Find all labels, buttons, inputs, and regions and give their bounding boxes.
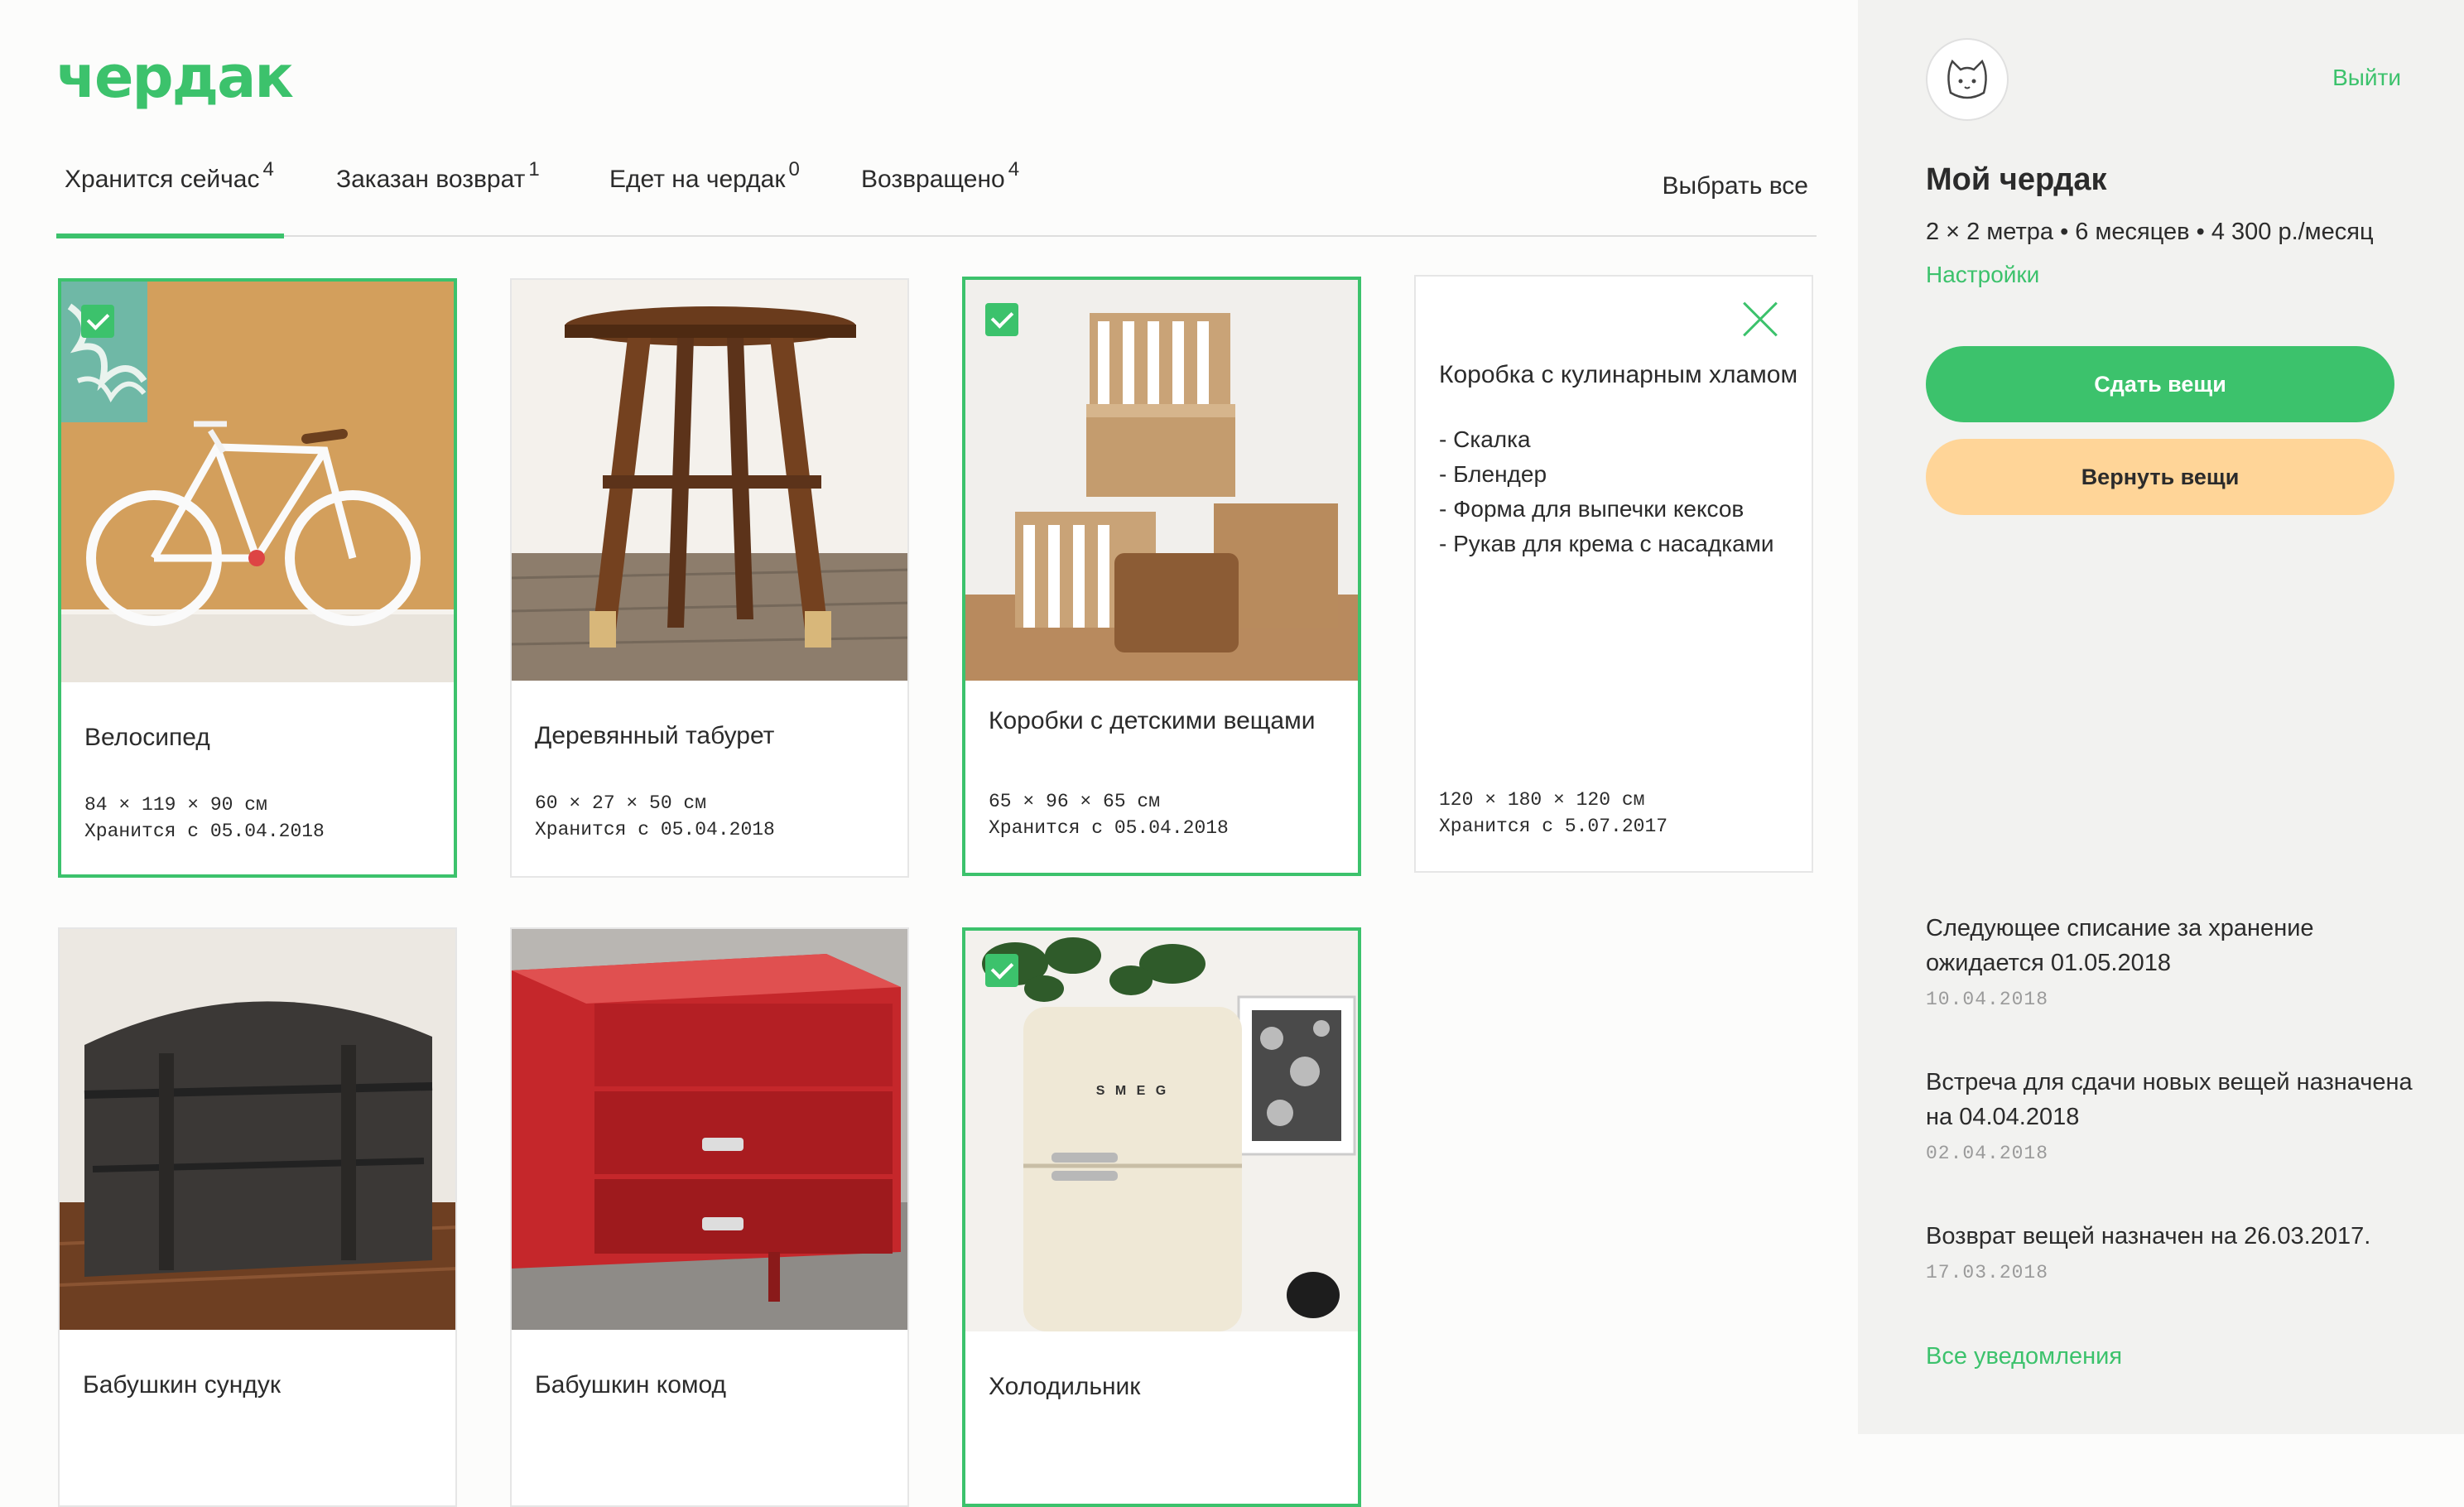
sidebar: Выйти Мой чердак 2 × 2 метра • 6 месяцев… — [1858, 0, 2464, 1434]
item-title: Коробка с кулинарным хламом — [1439, 361, 1798, 388]
notification-text: Следующее списание за хранение ожидается… — [1926, 915, 2314, 976]
settings-link[interactable]: Настройки — [1926, 262, 2039, 288]
tab-label: Заказан возврат — [336, 166, 526, 193]
item-meta: 120 × 180 × 120 см Хранится с 5.07.2017 — [1439, 787, 1668, 840]
notification-date: 02.04.2018 — [1926, 1143, 2049, 1164]
give-items-button[interactable]: Сдать вещи — [1926, 346, 2394, 422]
tab-count: 0 — [788, 158, 800, 181]
item-meta: 65 × 96 × 65 см Хранится с 05.04.2018 — [989, 788, 1229, 841]
notification-text: Возврат вещей назначен на 26.03.2017. — [1926, 1223, 2371, 1249]
item-size: 65 × 96 × 65 см — [989, 791, 1161, 812]
item-title: Бабушкин комод — [535, 1371, 727, 1399]
fridge-brand-label: S M E G — [1096, 1084, 1169, 1098]
status-tabs: Хранится сейчас 4 Заказан возврат 1 Едет н… — [56, 149, 1817, 238]
notification-date: 10.04.2018 — [1926, 989, 2049, 1010]
plan-summary: 2 × 2 метра • 6 месяцев • 4 300 р./месяц — [1926, 219, 2374, 245]
stool-photo — [512, 280, 907, 681]
tab-count: 4 — [262, 158, 274, 181]
cat-icon — [1947, 59, 1987, 99]
item-meta: 60 × 27 × 50 см Хранится с 05.04.2018 — [535, 790, 775, 843]
dresser-photo — [512, 929, 907, 1330]
tab-stored-now[interactable]: Хранится сейчас 4 — [56, 158, 284, 238]
tab-label: Едет на чердак — [609, 166, 786, 193]
item-title: Коробки с детскими вещами — [989, 707, 1316, 734]
item-card-stool[interactable]: Деревянный табурет 60 × 27 × 50 см Хранит… — [510, 278, 909, 878]
item-title: Холодильник — [989, 1373, 1141, 1400]
tab-count: 4 — [1008, 158, 1020, 181]
item-size: 60 × 27 × 50 см — [535, 792, 707, 814]
item-card-chest[interactable]: Бабушкин сундук — [58, 927, 457, 1507]
tab-label: Возвращено — [861, 166, 1005, 193]
item-stored-since: Хранится с 5.07.2017 — [1439, 816, 1668, 837]
chest-photo — [60, 929, 455, 1330]
item-stored-since: Хранится с 05.04.2018 — [535, 819, 775, 840]
select-all-link[interactable]: Выбрать все — [1663, 172, 1808, 200]
attic-title: Мой чердак — [1926, 162, 2107, 197]
fridge-photo: S M E G — [965, 931, 1358, 1331]
all-notifications-link[interactable]: Все уведомления — [1926, 1343, 2122, 1370]
item-card-kitchen-box[interactable]: Коробка с кулинарным хламом - Скалка - Б… — [1414, 275, 1813, 873]
notification-item: Следующее списание за хранение ожидается… — [1926, 911, 2423, 1010]
logo[interactable]: чердак — [56, 43, 294, 111]
item-card-bicycle[interactable]: Велосипед 84 × 119 × 90 см Хранится с 05.… — [58, 278, 457, 878]
item-stored-since: Хранится с 05.04.2018 — [84, 821, 325, 842]
item-card-dresser[interactable]: Бабушкин комод — [510, 927, 909, 1507]
selected-checkbox[interactable] — [985, 954, 1018, 987]
notification-text: Встреча для сдачи новых вещей назначена … — [1926, 1069, 2413, 1130]
close-icon[interactable] — [1742, 301, 1778, 338]
tab-going-to-attic[interactable]: Едет на чердак 0 — [609, 158, 800, 194]
notification-item: Возврат вещей назначен на 26.03.2017. 17… — [1926, 1219, 2423, 1283]
item-card-fridge[interactable]: S M E G Холодильник — [962, 927, 1361, 1507]
logout-link[interactable]: Выйти — [2332, 65, 2401, 91]
item-meta: 84 × 119 × 90 см Хранится с 05.04.2018 — [84, 792, 325, 845]
notification-item: Встреча для сдачи новых вещей назначена … — [1926, 1065, 2423, 1164]
notification-date: 17.03.2018 — [1926, 1262, 2049, 1283]
item-size: 84 × 119 × 90 см — [84, 794, 267, 816]
item-title: Велосипед — [84, 724, 210, 751]
tab-count: 1 — [528, 158, 540, 181]
item-title: Деревянный табурет — [535, 722, 775, 749]
selected-checkbox[interactable] — [985, 303, 1018, 336]
item-size: 120 × 180 × 120 см — [1439, 789, 1645, 811]
item-card-kids-boxes[interactable]: Коробки с детскими вещами 65 × 96 × 65 с… — [962, 277, 1361, 876]
boxes-photo — [965, 280, 1358, 681]
avatar[interactable] — [1926, 38, 2009, 121]
item-stored-since: Хранится с 05.04.2018 — [989, 817, 1229, 839]
item-description: - Скалка - Блендер - Форма для выпечки к… — [1439, 426, 1774, 556]
item-title: Бабушкин сундук — [83, 1371, 281, 1399]
return-items-button[interactable]: Вернуть вещи — [1926, 439, 2394, 515]
tab-label: Хранится сейчас — [65, 166, 260, 193]
bicycle-photo — [61, 282, 454, 682]
tab-returned[interactable]: Возвращено 4 — [861, 158, 1019, 194]
selected-checkbox[interactable] — [81, 305, 114, 338]
tab-return-ordered[interactable]: Заказан возврат 1 — [336, 158, 540, 194]
